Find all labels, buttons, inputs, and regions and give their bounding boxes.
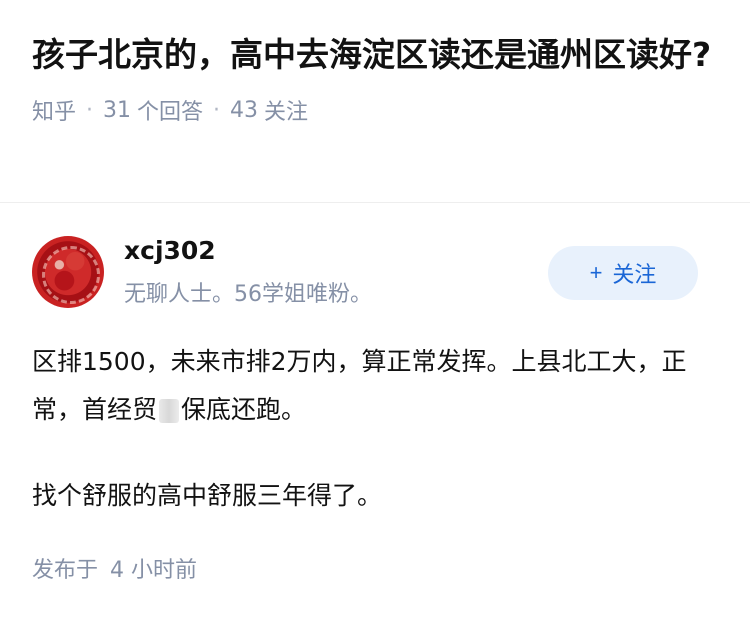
- question-header: 孩子北京的，高中去海淀区读还是通州区读好? 知乎 · 31 个回答 · 43 关…: [32, 30, 722, 126]
- follow-count-label[interactable]: 关注: [264, 94, 308, 126]
- separator-dot: ·: [86, 97, 94, 123]
- answer-footer: 发布于 4 小时前: [32, 552, 197, 584]
- plus-icon: +: [589, 260, 603, 285]
- follow-button-label: 关注: [612, 262, 657, 287]
- author-card: xcj302 无聊人士。56学姐唯粉。 + 关注: [32, 236, 722, 310]
- published-label: 发布于: [32, 558, 99, 583]
- question-title[interactable]: 孩子北京的，高中去海淀区读还是通州区读好?: [32, 30, 722, 80]
- answer-content: 区排1500，未来市排2万内，算正常发挥。上县北工大，正常，首经贸 保底还跑。 找…: [32, 338, 722, 520]
- answer-paragraph: 找个舒服的高中舒服三年得了。: [32, 481, 383, 510]
- answer-text: 保底还跑。: [181, 395, 307, 424]
- author-name[interactable]: xcj302: [124, 236, 216, 265]
- answer-paragraph: 区排1500，未来市排2万内，算正常发挥。上县北工大，正常，首经贸 保底还跑。: [32, 338, 722, 434]
- redacted-mark: [159, 399, 180, 423]
- follow-button[interactable]: + 关注: [548, 246, 698, 300]
- follow-count[interactable]: 43: [230, 98, 258, 123]
- author-bio: 无聊人士。56学姐唯粉。: [124, 282, 372, 307]
- separator-dot: ·: [213, 97, 221, 123]
- answer-count-label[interactable]: 个回答: [137, 94, 203, 126]
- section-divider: [0, 202, 750, 203]
- question-meta: 知乎 · 31 个回答 · 43 关注: [32, 94, 722, 126]
- answer-count[interactable]: 31: [103, 98, 131, 123]
- published-time: 4 小时前: [110, 558, 198, 583]
- source-label[interactable]: 知乎: [32, 94, 76, 126]
- avatar[interactable]: [32, 236, 104, 308]
- answer-text: 区排1500，未来市排2万内，算正常发挥。上县北工大，正常，首经贸: [32, 347, 687, 424]
